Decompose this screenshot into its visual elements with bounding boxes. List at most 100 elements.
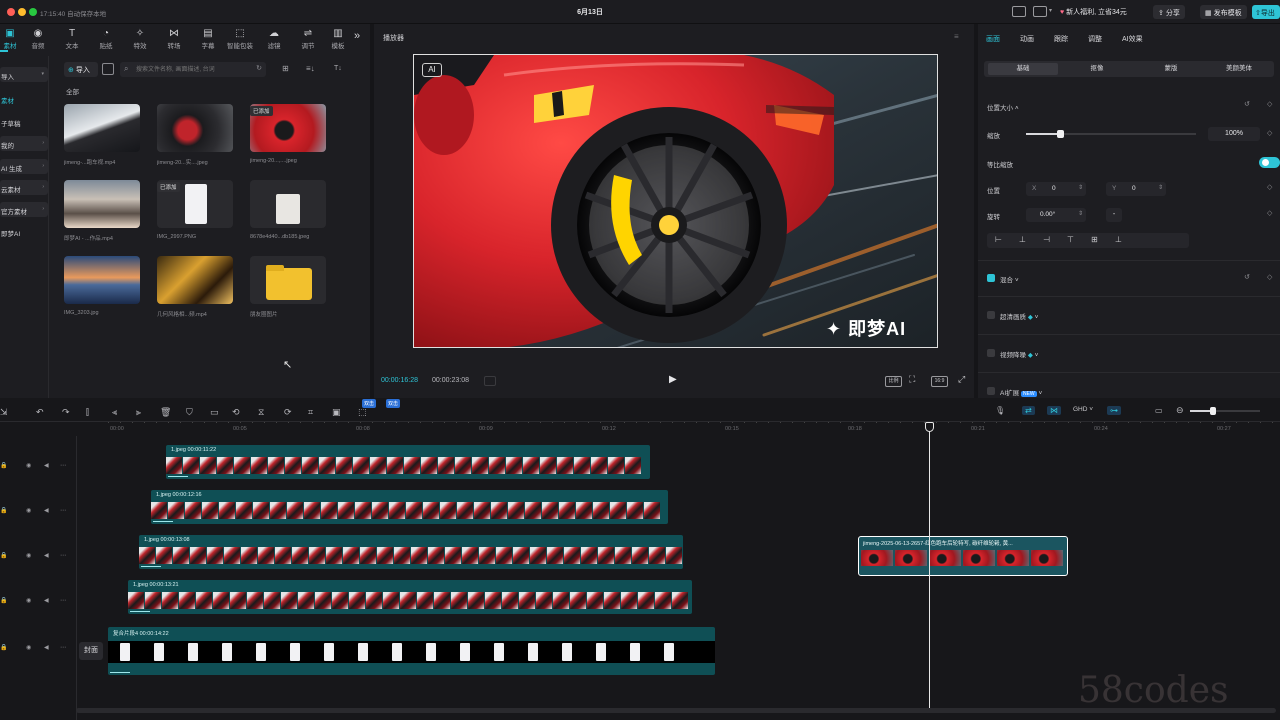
stepper-icon[interactable]: ⇕ — [1078, 210, 1083, 217]
text-filter-icon[interactable]: T↓ — [334, 65, 342, 72]
screen-layout-icon[interactable] — [1033, 6, 1047, 17]
denoise-checkbox[interactable] — [987, 349, 995, 357]
export-button[interactable]: ⇧导出 — [1252, 5, 1280, 19]
chevron-down-icon[interactable]: ▾ — [1049, 7, 1052, 14]
tab-3[interactable]: 调整 — [1088, 34, 1102, 44]
magnet-icon[interactable]: ⋈ — [1047, 406, 1061, 415]
search-input[interactable] — [136, 64, 252, 75]
more-icon[interactable]: ⋯ — [60, 644, 66, 651]
quality-select[interactable]: GHD ˅ — [1073, 406, 1093, 413]
scale-slider[interactable] — [1026, 130, 1196, 138]
blend-reset-icon[interactable]: ↺ — [1244, 273, 1250, 281]
more-icon[interactable]: ⋯ — [60, 507, 66, 514]
speaker-icon[interactable]: ◀ — [44, 507, 49, 514]
smart-crop-icon[interactable]: ⬚ — [358, 407, 367, 418]
keyframe-icon[interactable]: ◇ — [1267, 100, 1272, 108]
undo-icon[interactable]: ↶ — [36, 407, 44, 418]
align-right-icon[interactable]: ⊣ — [1043, 235, 1050, 244]
align-bottom-icon[interactable]: ⊥ — [1115, 235, 1122, 244]
zoom-out-icon[interactable]: ⊖ — [1176, 405, 1184, 416]
subtab-3[interactable]: 美颜美体 — [1204, 63, 1274, 75]
fit-screen-icon[interactable]: ⛶ — [909, 374, 915, 385]
reset-icon[interactable]: ↺ — [1244, 100, 1250, 108]
marker-badge[interactable]: 双击 — [386, 399, 401, 408]
zoom-window-button[interactable] — [29, 8, 37, 16]
more-icon[interactable]: ⋯ — [60, 597, 66, 604]
sidebar-item[interactable]: 子草稿 — [0, 114, 48, 129]
tool-audio[interactable]: ◉ 音频 — [22, 28, 54, 50]
media-item[interactable]: 8678e4d40...db185.jpeg — [248, 180, 332, 246]
position-x-field[interactable]: X 0 ⇕ — [1026, 182, 1086, 196]
rotate-icon[interactable]: ⟳ — [284, 407, 292, 418]
tool-smart-pack[interactable]: ⬚ 智能包装 — [224, 28, 256, 50]
position-keyframe-icon[interactable]: ◇ — [1267, 183, 1272, 191]
align-middle-icon[interactable]: ⊞ — [1091, 235, 1098, 244]
timeline-clip[interactable]: 1.jpeg 00:00:13:21 — [128, 580, 692, 614]
tab-1[interactable]: 动画 — [1020, 34, 1034, 44]
fullscreen-icon[interactable]: ⤢ — [958, 374, 965, 385]
layout-icon[interactable] — [1012, 6, 1026, 17]
zoom-slider[interactable] — [1190, 407, 1260, 415]
preview-axis-icon[interactable]: ▭ — [1152, 406, 1166, 415]
cover-button[interactable]: 封面 — [79, 642, 103, 660]
lock-icon[interactable]: 🔒 — [0, 462, 7, 469]
rotation-reset-button[interactable]: - — [1106, 208, 1122, 222]
playhead[interactable] — [929, 428, 930, 708]
split-right-icon[interactable]: ⫸ — [136, 407, 141, 418]
delete-icon[interactable]: 🗑 — [160, 407, 171, 418]
media-item[interactable]: jimeng-...跑车视.mp4 — [62, 104, 146, 170]
timeline-clip[interactable]: 1.jpeg 00:00:12:16 — [151, 490, 668, 524]
split-left-icon[interactable]: ⫷ — [112, 407, 117, 418]
rotation-field[interactable]: 0.00° ⇕ — [1026, 208, 1086, 222]
lock-icon[interactable]: 🔒 — [0, 552, 7, 559]
ratio-button[interactable]: 比例 — [885, 376, 902, 387]
sidebar-item[interactable]: 素材 — [0, 91, 48, 106]
position-y-field[interactable]: Y 0 ⇕ — [1106, 182, 1166, 196]
media-item[interactable]: 已添加 IMG_2997.PNG — [155, 180, 239, 246]
align-top-icon[interactable]: ⊤ — [1067, 235, 1074, 244]
mirror-icon[interactable]: ⧖ — [258, 407, 264, 418]
subtab-2[interactable]: 蒙版 — [1136, 63, 1206, 75]
tool-text[interactable]: T 文本 — [56, 28, 88, 50]
tool-effects[interactable]: ✧ 特效 — [124, 28, 156, 50]
speaker-icon[interactable]: ◀ — [44, 462, 49, 469]
lock-icon[interactable]: 🔒 — [0, 597, 7, 604]
tab-2[interactable]: 跟踪 — [1054, 34, 1068, 44]
scale-value[interactable]: 100% — [1208, 127, 1260, 141]
play-button[interactable]: ▶ — [669, 374, 677, 385]
lock-icon[interactable]: 🔒 — [0, 507, 7, 514]
video-preview[interactable]: AI ✦ 即梦AI — [413, 54, 938, 348]
sidebar-item[interactable]: 导入 ▾ — [0, 67, 48, 82]
eye-icon[interactable]: ◉ — [26, 552, 31, 559]
menu-icon[interactable]: ≡ — [954, 32, 959, 41]
sidebar-item[interactable]: AI 生成 › — [0, 159, 48, 174]
align-left-icon[interactable]: ⊢ — [995, 235, 1002, 244]
publish-template-button[interactable]: ▦ 发布模板 — [1200, 5, 1247, 19]
media-item[interactable]: jimeng-20...实....jpeg — [155, 104, 239, 170]
speed-icon[interactable]: ▣ — [332, 407, 341, 418]
sidebar-item[interactable]: 即梦AI — [0, 224, 48, 239]
stepper-icon[interactable]: ⇕ — [1158, 184, 1163, 191]
cursor-select-icon[interactable]: ⇲ — [0, 407, 8, 418]
freeze-icon[interactable]: ▭ — [210, 407, 219, 418]
more-icon[interactable]: ⋯ — [60, 462, 66, 469]
tab-4[interactable]: AI效果 — [1122, 34, 1143, 44]
sidebar-item[interactable]: 云素材 › — [0, 180, 48, 195]
media-item[interactable]: 已添加 jimeng-20...,....jpeg — [248, 104, 332, 170]
close-window-button[interactable] — [7, 8, 15, 16]
tool-adjust[interactable]: ⇌ 调节 — [292, 28, 324, 50]
media-item[interactable]: 几何风格相...频.mp4 — [155, 256, 239, 322]
speaker-icon[interactable]: ◀ — [44, 644, 49, 651]
more-icon[interactable]: ⋯ — [60, 552, 66, 559]
super-res-checkbox[interactable] — [987, 311, 995, 319]
promo-link[interactable]: ♥ 新人福利, 立省34元 — [1060, 7, 1127, 17]
selected-clip[interactable]: jimeng-2025-06-13-2657-红色跑车后轮特写, 碳纤维轮毂, … — [858, 536, 1068, 576]
rotation-keyframe-icon[interactable]: ◇ — [1267, 209, 1272, 217]
speaker-icon[interactable]: ◀ — [44, 597, 49, 604]
tab-0[interactable]: 画面 — [986, 34, 1000, 44]
grid-view-icon[interactable] — [102, 63, 114, 75]
scale-keyframe-icon[interactable]: ◇ — [1267, 129, 1272, 137]
snap-icon[interactable]: ⊶ — [1107, 406, 1121, 415]
tool-subtitle[interactable]: ▤ 字幕 — [192, 28, 224, 50]
link-toggle-icon[interactable]: ⇄ — [1022, 406, 1035, 415]
